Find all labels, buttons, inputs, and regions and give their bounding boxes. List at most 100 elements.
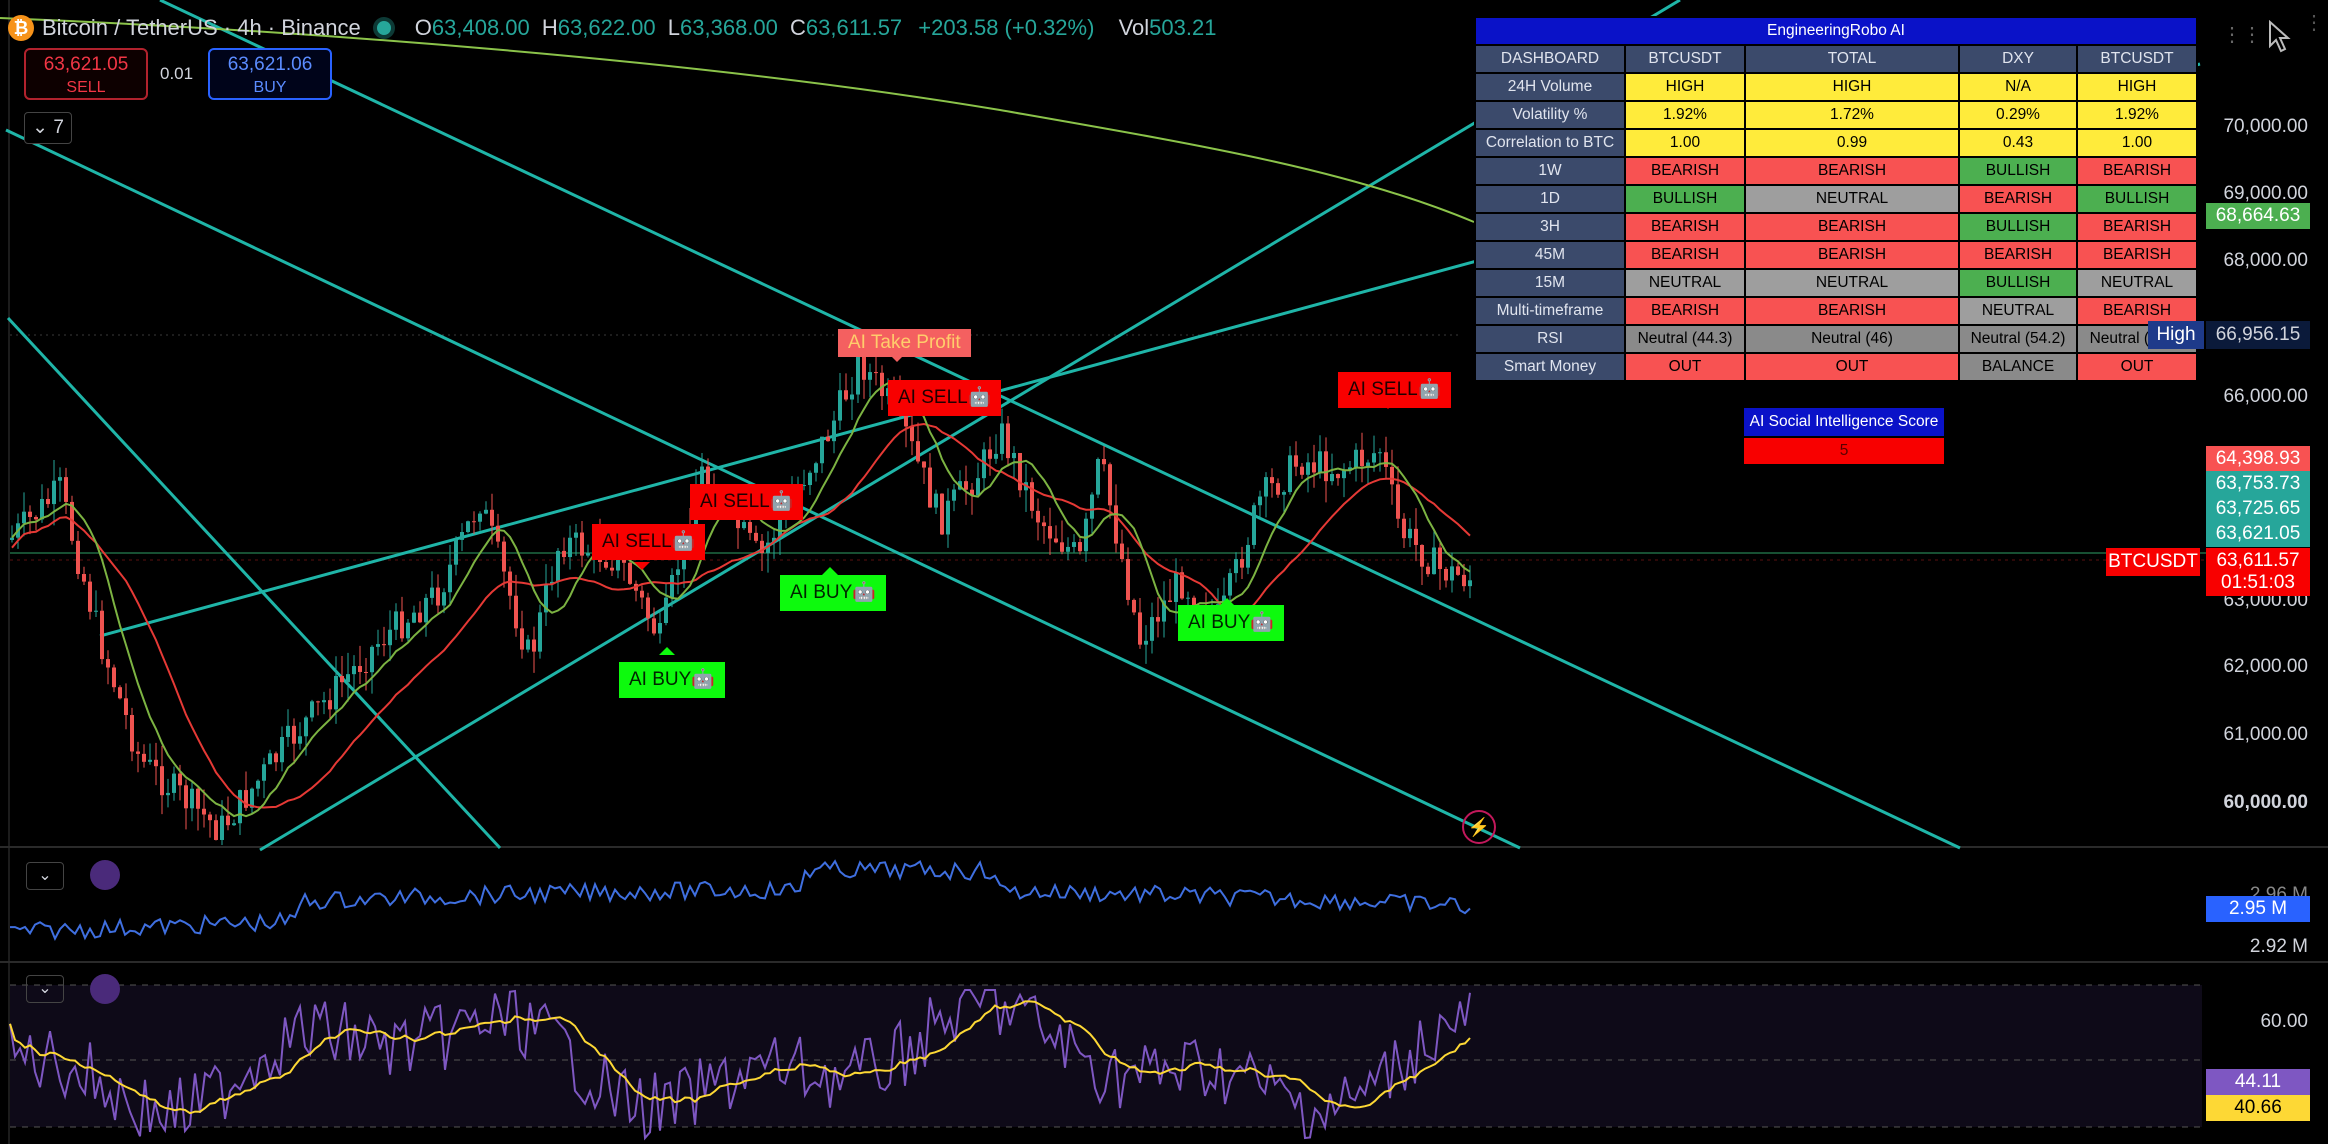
price-tag: 64,398.93 [2206,446,2310,472]
candle-body [292,725,296,744]
dashboard-cell: BEARISH [1744,240,1960,270]
candle-body [136,751,140,754]
candle-body [106,659,110,668]
candle-body [196,788,200,809]
candle-body [646,597,650,619]
candle-body [460,532,464,540]
symbol-title[interactable]: Bitcoin / TetherUS · 4h · Binance [42,15,361,41]
candle-body [1030,482,1034,511]
low-value: 63,368.00 [680,15,778,40]
candle-body [562,550,566,558]
drag-handle-icon[interactable]: ⋮⋮ [2304,10,2328,60]
candle-body [406,622,410,639]
dashboard-cell: BEARISH [1624,240,1746,270]
candle-body [1402,518,1406,539]
dashboard-cell: BULLISH [1958,268,2078,298]
price-axis-label: 68,000.00 [2223,250,2308,271]
dashboard-cell: NEUTRAL [1958,296,2078,326]
candle-body [1384,452,1388,467]
open-value: 63,408.00 [431,15,530,40]
candle-body [838,390,842,421]
lightning-icon[interactable]: ⚡ [1462,810,1496,844]
buy-signal[interactable]: AI BUY🤖 [1178,605,1284,641]
dashboard-cell: BEARISH [1744,212,1960,242]
take-profit-signal[interactable]: AI Take Profit [838,329,971,357]
high-price-tag: 66,956.15 [2206,321,2310,349]
candle-body [280,736,284,763]
price-axis-label: 62,000.00 [2223,656,2308,677]
dashboard-cell: BULLISH [1624,184,1746,214]
change-value: +203.58 (+0.32%) [918,15,1095,40]
dashboard-cell: 1.00 [1624,128,1746,158]
candle-body [1000,423,1004,454]
candle-body [220,815,224,840]
candle-body [208,814,212,821]
candle-body [1240,559,1244,568]
sync-icon[interactable] [90,974,120,1004]
dashboard-row-label: 15M [1474,268,1626,298]
dashboard-cell: BEARISH [1958,240,2078,270]
social-score-title: AI Social Intelligence Score [1744,408,1944,436]
candle-body [502,541,506,572]
candle-body [232,823,236,826]
high-value: 63,622.00 [557,15,656,40]
candle-body [100,610,104,660]
candle-body [112,667,116,688]
candle-body [514,595,518,629]
dashboard-cell: BALANCE [1958,352,2078,382]
buy-button[interactable]: 63,621.06 BUY [208,48,332,100]
dashboard-row: 24H Volume HIGH HIGH N/A HIGH [1474,72,2198,102]
dashboard-cell: NEUTRAL [1624,268,1746,298]
sell-signal[interactable]: AI SELL🤖 [888,380,1002,416]
candle-body [880,372,884,397]
candle-body [274,753,278,763]
candle-body [1360,449,1364,467]
sell-signal[interactable]: AI SELL🤖 [690,484,804,520]
sell-button[interactable]: 63,621.05 SELL [24,48,148,100]
dashboard-cell: OUT [1744,352,1960,382]
sell-signal[interactable]: AI SELL🤖 [1338,372,1452,408]
candle-body [1294,455,1298,467]
dashboard-row: 1W BEARISH BEARISH BULLISH BEARISH [1474,156,2198,186]
candle-body [1432,547,1436,575]
dashboard-cell: HIGH [2076,72,2198,102]
candle-body [478,513,482,522]
candle-body [814,463,818,473]
dashboard-cell: Neutral (54.2) [1958,324,2078,354]
market-status-dot-icon [376,21,391,35]
dashboard-cell: NEUTRAL [2076,268,2198,298]
indicators-toggle-button[interactable]: ⌄ 7 [24,112,72,144]
candle-body [1270,477,1274,484]
sell-signal[interactable]: AI SELL🤖 [592,524,706,560]
dashboard-cell: BEARISH [2076,212,2198,242]
pane-collapse-button[interactable]: ⌄ [26,975,64,1003]
close-label: C [790,15,806,40]
candle-body [1174,572,1178,602]
pane-collapse-button[interactable]: ⌄ [26,862,64,890]
buy-signal[interactable]: AI BUY🤖 [780,575,886,611]
candle-body [874,372,878,374]
dashboard-column-header: TOTAL [1744,44,1960,74]
dashboard-cell: BEARISH [1958,184,2078,214]
candle-body [1312,462,1316,473]
bitcoin-icon: ₿ [8,15,34,41]
dashboard-cell: OUT [1624,352,1746,382]
candle-body [46,498,50,505]
candle-body [1036,510,1040,523]
candle-body [868,372,872,380]
candle-body [1096,459,1100,495]
dashboard-row: 45M BEARISH BEARISH BEARISH BEARISH [1474,240,2198,270]
buy-signal[interactable]: AI BUY🤖 [619,662,725,698]
candle-body [1246,544,1250,568]
dashboard-cell: Neutral (44.3) [1624,324,1746,354]
bar-countdown: 01:51:03 [2221,572,2295,593]
candle-body [1168,600,1172,602]
candle-body [124,698,128,716]
low-label: L [667,15,681,40]
sync-icon[interactable] [90,860,120,890]
dashboard-cell: NEUTRAL [1744,268,1960,298]
drag-handle-icon[interactable]: ⋮⋮ [2222,22,2262,56]
cursor-icon[interactable] [2266,19,2296,54]
candle-body [484,509,488,514]
candle-body [1282,492,1286,495]
